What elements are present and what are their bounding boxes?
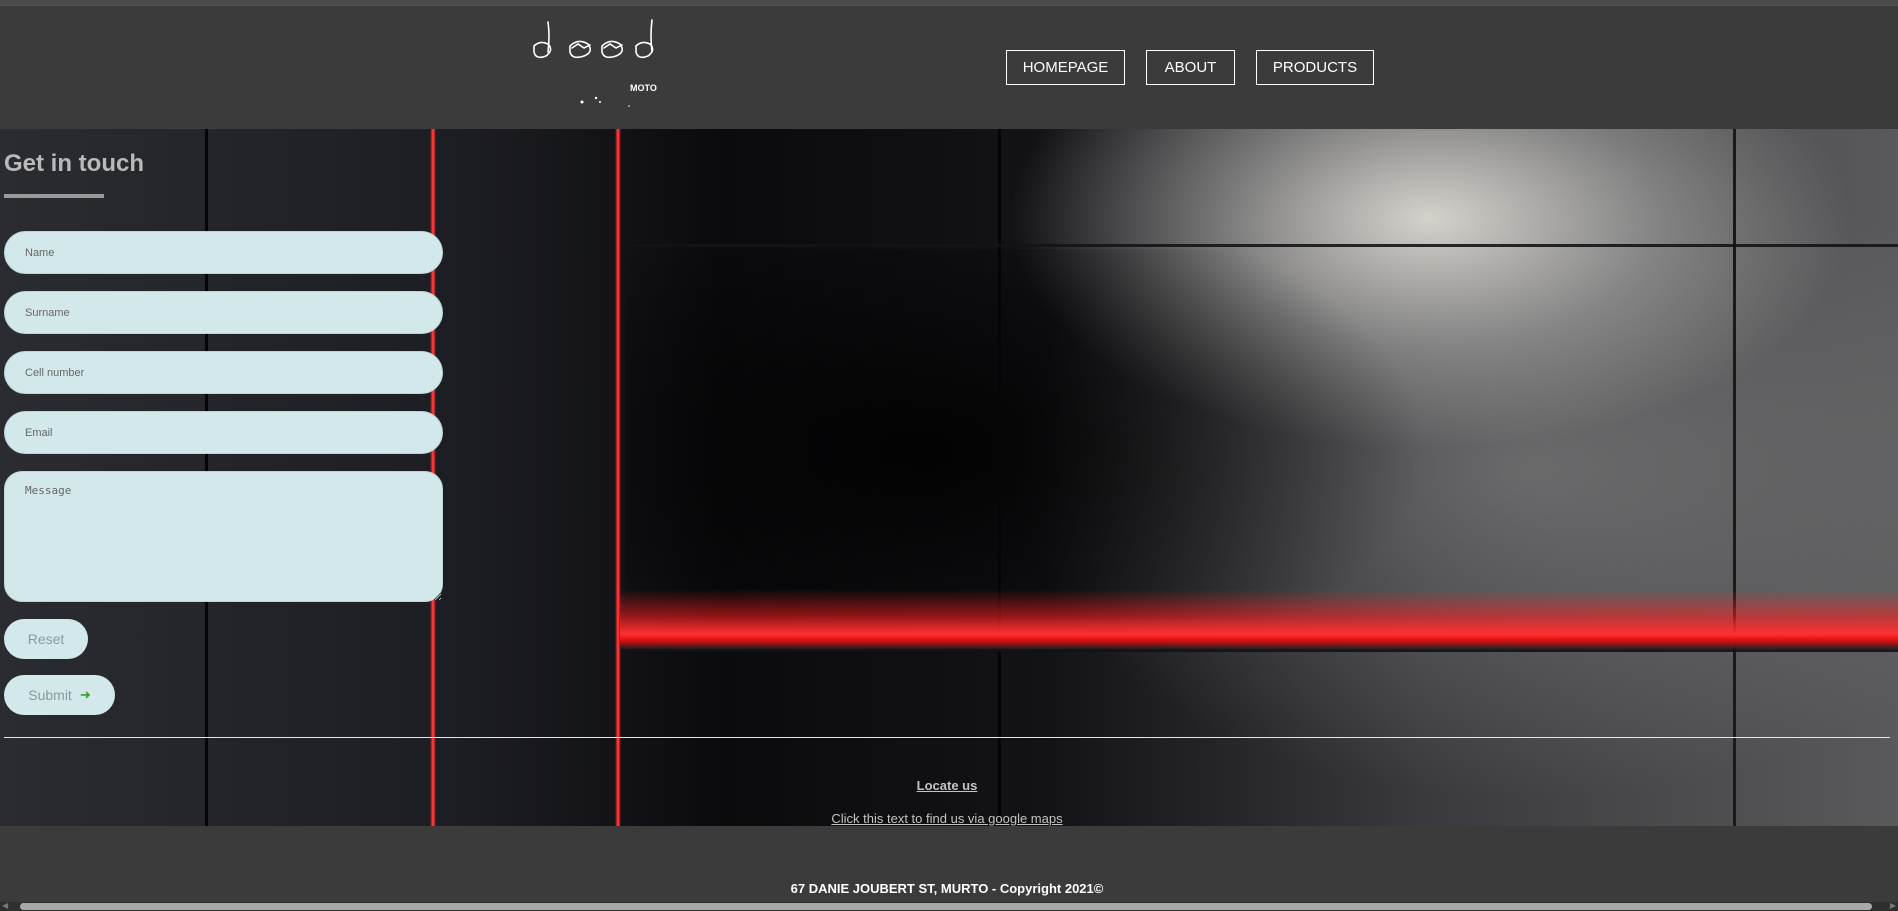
site-header: MOTO HOMEPAGE ABOUT PRODUCTS [0,6,1898,129]
submit-button[interactable]: Submit ➜ [4,675,115,715]
scroll-left-icon[interactable]: ◀ [2,901,8,910]
site-footer: 67 DANIE JOUBERT ST, MURTO - Copyright 2… [0,826,1898,911]
message-textarea[interactable] [4,471,443,602]
nav-homepage-button[interactable]: HOMEPAGE [1006,50,1125,85]
nav-products-button[interactable]: PRODUCTS [1256,50,1374,85]
google-maps-link[interactable]: Click this text to find us via google ma… [0,811,1894,826]
locate-us-heading: Locate us [916,778,978,793]
reset-button[interactable]: Reset [4,619,88,659]
reset-label: Reset [27,631,65,647]
title-underline [4,194,104,198]
scrollbar-thumb[interactable] [20,903,1872,910]
section-divider [4,737,1890,738]
horizontal-scrollbar[interactable]: ◀ ▶ [0,901,1898,911]
contact-form-title: Get in touch [4,150,144,177]
footer-copyright: 67 DANIE JOUBERT ST, MURTO - Copyright 2… [790,881,1104,896]
submit-label: Submit [28,687,72,703]
arrow-right-icon: ➜ [79,687,91,702]
site-logo[interactable]: MOTO [526,16,686,108]
name-input[interactable] [4,231,443,274]
nav-about-button[interactable]: ABOUT [1146,50,1235,85]
surname-input[interactable] [4,291,443,334]
scroll-right-icon[interactable]: ▶ [1890,901,1896,910]
email-input[interactable] [4,411,443,454]
logo-subtext: MOTO [630,83,657,93]
cell-number-input[interactable] [4,351,443,394]
